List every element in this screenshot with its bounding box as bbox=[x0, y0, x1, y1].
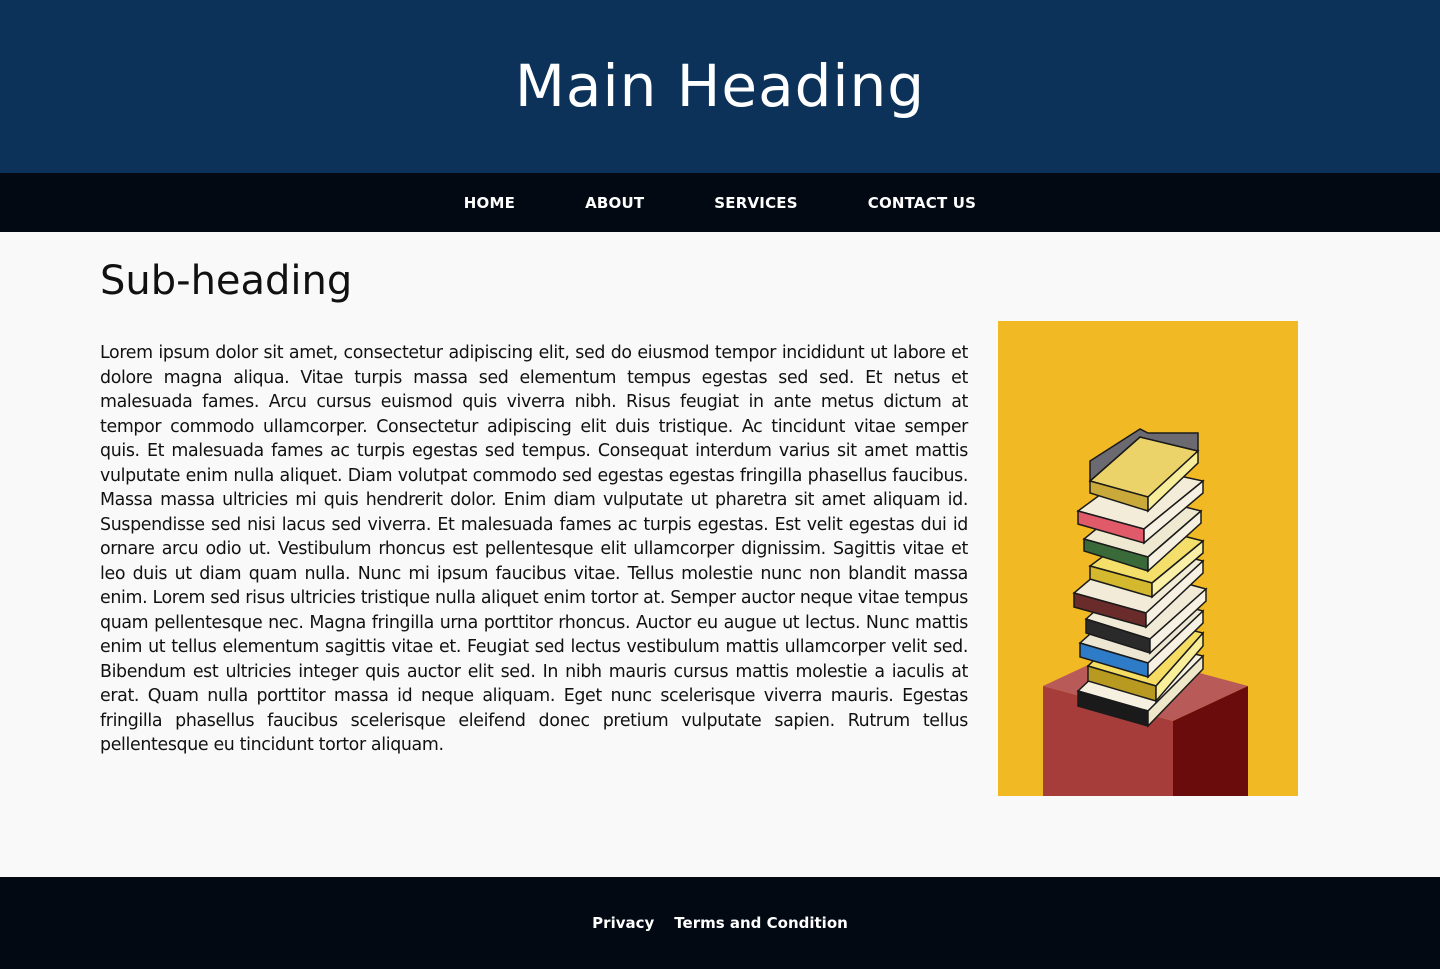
nav-item-home[interactable]: HOME bbox=[464, 194, 515, 212]
nav-item-contact-us[interactable]: CONTACT US bbox=[868, 194, 976, 212]
site-header: Main Heading bbox=[0, 0, 1440, 173]
sub-heading: Sub-heading bbox=[100, 258, 353, 304]
main-heading: Main Heading bbox=[514, 51, 926, 120]
nav-item-about[interactable]: ABOUT bbox=[585, 194, 644, 212]
footer-link-terms[interactable]: Terms and Condition bbox=[674, 914, 848, 932]
nav-item-services[interactable]: SERVICES bbox=[714, 194, 797, 212]
books-stack-image bbox=[998, 321, 1298, 796]
body-paragraph: Lorem ipsum dolor sit amet, consectetur … bbox=[100, 343, 968, 755]
books-stack-illustration bbox=[1043, 428, 1248, 796]
site-footer: Privacy Terms and Condition bbox=[0, 877, 1440, 969]
main-nav: HOME ABOUT SERVICES CONTACT US bbox=[0, 173, 1440, 232]
footer-link-privacy[interactable]: Privacy bbox=[592, 914, 654, 932]
